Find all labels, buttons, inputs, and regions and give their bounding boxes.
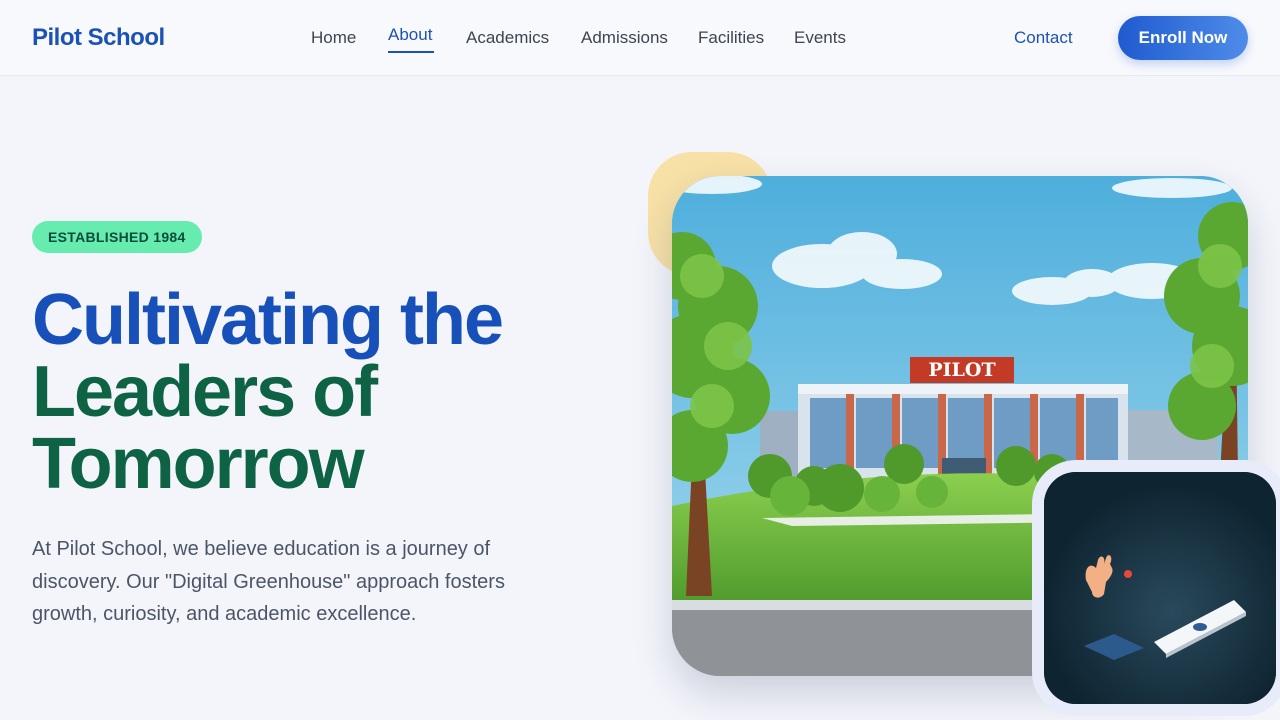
active-nav-underline bbox=[388, 51, 434, 53]
headline-line-2: Leaders of bbox=[32, 352, 378, 432]
enroll-now-button[interactable]: Enroll Now bbox=[1118, 16, 1248, 60]
brand-logo[interactable]: Pilot School bbox=[32, 24, 165, 52]
nav-about[interactable]: About bbox=[388, 25, 432, 45]
headline-line-3: Tomorrow bbox=[32, 424, 365, 504]
nav-home[interactable]: Home bbox=[311, 28, 356, 48]
robot-lab-card bbox=[1032, 460, 1280, 716]
robot-hand-tablet-illustration bbox=[1044, 472, 1276, 704]
nav-events[interactable]: Events bbox=[794, 28, 846, 48]
hero-description: At Pilot School, we believe education is… bbox=[32, 538, 505, 625]
nav-academics[interactable]: Academics bbox=[466, 28, 549, 48]
top-navbar: Pilot School Home About Academics Admiss… bbox=[0, 0, 1280, 76]
headline-line-1: Cultivating the bbox=[32, 280, 504, 360]
established-badge: ESTABLISHED 1984 bbox=[32, 221, 202, 253]
nav-facilities[interactable]: Facilities bbox=[698, 28, 764, 48]
hero-headline: Cultivating the Leaders of Tomorrow bbox=[32, 284, 632, 500]
nav-admissions[interactable]: Admissions bbox=[581, 28, 668, 48]
building-sign-text: PILOT bbox=[928, 359, 995, 381]
contact-link[interactable]: Contact bbox=[1014, 28, 1073, 48]
